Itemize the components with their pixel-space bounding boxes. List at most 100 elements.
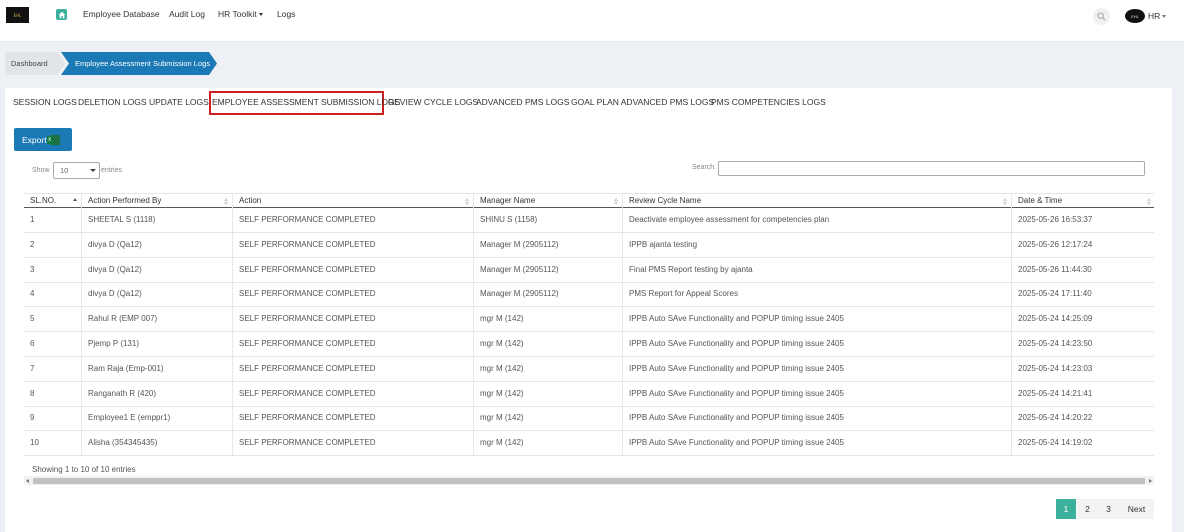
cell-datetime: 2025-05-24 14:20:22 [1011, 406, 1154, 431]
tab-update-logs[interactable]: UPDATE LOGS [149, 97, 209, 108]
cell-performed-by: divya D (Qa12) [81, 257, 232, 282]
column-header-label: Review Cycle Name [629, 196, 702, 205]
cell-action: SELF PERFORMANCE COMPLETED [232, 356, 473, 381]
table-row: 6 Pjemp P (131) SELF PERFORMANCE COMPLETED… [24, 332, 1154, 357]
page-button-3[interactable]: 3 [1098, 499, 1119, 519]
next-page-button[interactable]: Next [1119, 499, 1154, 519]
breadcrumb-current: Employee Assessment Submission Logs [61, 52, 217, 75]
cell-action: SELF PERFORMANCE COMPLETED [232, 208, 473, 232]
tab-goal-plan-advanced-pms-logs[interactable]: GOAL PLAN ADVANCED PMS LOGS [571, 97, 714, 108]
cell-datetime: 2025-05-26 16:53:37 [1011, 208, 1154, 232]
chevron-down-icon[interactable] [1162, 15, 1166, 18]
page-button-2[interactable]: 2 [1077, 499, 1098, 519]
cell-review-cycle: IPPB Auto SAve Functionality and POPUP t… [622, 307, 1011, 332]
column-header-review-cycle-name[interactable]: Review Cycle Name [622, 194, 1011, 209]
nav-hr-toolkit[interactable]: HR Toolkit [218, 9, 263, 19]
tab-employee-assessment-submission-logs[interactable]: EMPLOYEE ASSESSMENT SUBMISSION LOGS [212, 97, 400, 108]
column-header-label: Date & Time [1018, 196, 1063, 205]
table-row: 5 Rahul R (EMP 007) SELF PERFORMANCE COMPL… [24, 307, 1154, 333]
sort-icon [224, 198, 229, 206]
tab-review-cycle-logs[interactable]: REVIEW CYCLE LOGS [388, 97, 478, 108]
cell-manager: mgr M (142) [473, 431, 622, 456]
column-header-label: Manager Name [480, 196, 536, 205]
avatar[interactable]: EHL [1125, 9, 1145, 23]
table-header: SL.NO. Action Performed By Action Manage… [24, 193, 1154, 209]
home-icon[interactable] [56, 9, 67, 20]
column-header-date-time[interactable]: Date & Time [1011, 194, 1154, 209]
column-header-label: Action [239, 196, 262, 205]
table-row: 8 Ranganath R (420) SELF PERFORMANCE COMPL… [24, 381, 1154, 407]
cell-datetime: 2025-05-24 14:21:41 [1011, 381, 1154, 406]
cell-manager: mgr M (142) [473, 307, 622, 332]
tab-advanced-pms-logs[interactable]: ADVANCED PMS LOGS [476, 97, 569, 108]
nav-employee-database[interactable]: Employee Database [83, 9, 160, 19]
cell-performed-by: Pjemp P (131) [81, 332, 232, 356]
cell-slno: 8 [30, 388, 35, 398]
cell-action: SELF PERFORMANCE COMPLETED [232, 332, 473, 356]
table-row: 7 Ram Raja (Emp-001) SELF PERFORMANCE COMP… [24, 356, 1154, 382]
search-input[interactable] [718, 161, 1145, 176]
page-button-1[interactable]: 1 [1056, 499, 1076, 519]
sort-icon [614, 198, 619, 206]
horizontal-scrollbar[interactable] [24, 476, 1154, 485]
scroll-right-icon[interactable] [1149, 479, 1152, 483]
cell-slno: 7 [30, 363, 35, 373]
cell-review-cycle: IPPB Auto SAve Functionality and POPUP t… [622, 332, 1011, 356]
sort-icon [1003, 198, 1008, 206]
export-label: Export [22, 134, 47, 145]
column-header-label: Action Performed By [88, 196, 162, 205]
cell-performed-by: SHEETAL S (1118) [81, 208, 232, 232]
tab-deletion-logs[interactable]: DELETION LOGS [78, 97, 147, 108]
cell-review-cycle: IPPB Auto SAve Functionality and POPUP t… [622, 431, 1011, 456]
nav-audit-log[interactable]: Audit Log [169, 9, 205, 19]
column-header-action-performed-by[interactable]: Action Performed By [81, 194, 232, 209]
cell-datetime: 2025-05-24 14:23:03 [1011, 356, 1154, 381]
cell-slno: 10 [30, 438, 39, 448]
scrollbar-thumb[interactable] [33, 477, 1145, 484]
scroll-left-icon[interactable] [26, 479, 29, 483]
cell-performed-by: Employee1 E (emppr1) [81, 406, 232, 431]
tab-pms-competencies-logs[interactable]: PMS COMPETENCIES LOGS [711, 97, 826, 108]
breadcrumb-dashboard[interactable]: Dashboard [5, 52, 65, 75]
cell-slno: 2 [30, 239, 35, 249]
cell-action: SELF PERFORMANCE COMPLETED [232, 307, 473, 332]
column-header-action[interactable]: Action [232, 194, 473, 209]
cell-slno: 5 [30, 314, 35, 324]
cell-datetime: 2025-05-24 17:11:40 [1011, 282, 1154, 307]
cell-review-cycle: PMS Report for Appeal Scores [622, 282, 1011, 307]
cell-manager: Manager M (2905112) [473, 257, 622, 282]
cell-manager: mgr M (142) [473, 332, 622, 356]
cell-action: SELF PERFORMANCE COMPLETED [232, 406, 473, 431]
tab-session-logs[interactable]: SESSION LOGS [13, 97, 77, 108]
cell-action: SELF PERFORMANCE COMPLETED [232, 431, 473, 456]
cell-datetime: 2025-05-24 14:23:50 [1011, 332, 1154, 356]
cell-manager: Manager M (2905112) [473, 232, 622, 257]
company-logo[interactable]: EHL [6, 7, 29, 23]
cell-datetime: 2025-05-24 14:19:02 [1011, 431, 1154, 456]
page-size-value: 10 [60, 166, 69, 175]
export-button[interactable]: Export [14, 128, 72, 151]
cell-slno: 4 [30, 289, 35, 299]
top-navbar: EHL Employee Database Audit Log HR Toolk… [0, 0, 1184, 42]
cell-performed-by: Ranganath R (420) [81, 381, 232, 406]
column-header-slno[interactable]: SL.NO. [24, 194, 81, 209]
cell-manager: SHINU S (1158) [473, 208, 622, 232]
nav-hr-toolkit-label: HR Toolkit [218, 9, 257, 19]
table-row: 3 divya D (Qa12) SELF PERFORMANCE COMPLETE… [24, 257, 1154, 283]
cell-performed-by: Ram Raja (Emp-001) [81, 356, 232, 381]
column-header-manager-name[interactable]: Manager Name [473, 194, 622, 209]
cell-datetime: 2025-05-26 11:44:30 [1011, 257, 1154, 282]
user-menu-label[interactable]: HR [1148, 11, 1160, 21]
cell-datetime: 2025-05-24 14:25:09 [1011, 307, 1154, 332]
cell-review-cycle: Final PMS Report testing by ajanta [622, 257, 1011, 282]
search-icon[interactable] [1093, 8, 1110, 25]
cell-datetime: 2025-05-26 12:17:24 [1011, 232, 1154, 257]
nav-logs[interactable]: Logs [277, 9, 295, 19]
cell-action: SELF PERFORMANCE COMPLETED [232, 257, 473, 282]
search-label: Search: [692, 164, 717, 171]
page-size-select[interactable]: 10 [53, 162, 100, 179]
column-header-label: SL.NO. [30, 196, 57, 205]
cell-performed-by: divya D (Qa12) [81, 282, 232, 307]
cell-action: SELF PERFORMANCE COMPLETED [232, 232, 473, 257]
sort-asc-icon [73, 198, 78, 206]
